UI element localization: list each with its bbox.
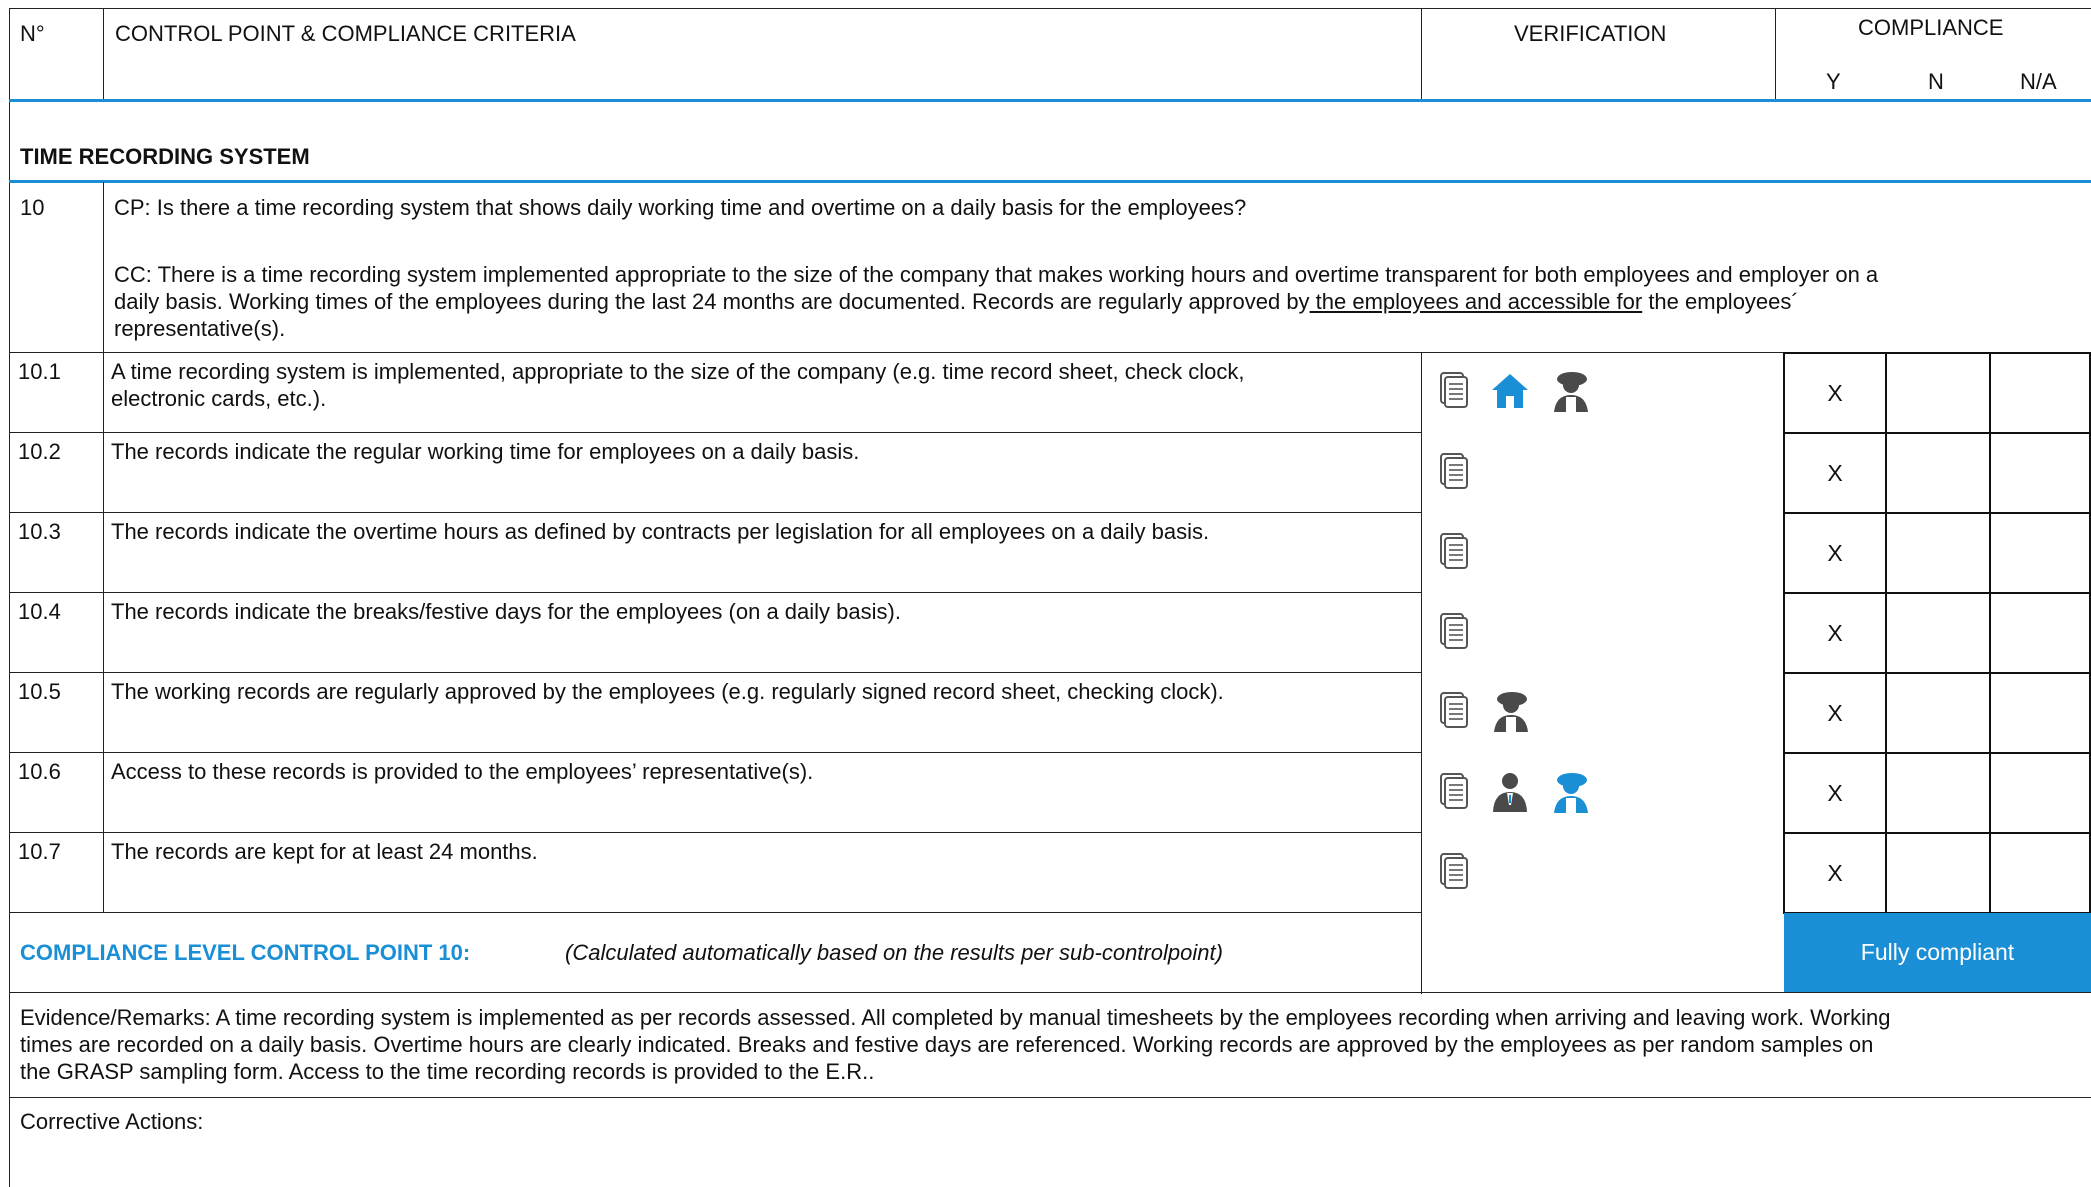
- col-divider: [1775, 8, 1776, 101]
- verification-icons: [1440, 612, 1470, 652]
- row-rule: [9, 512, 1421, 513]
- compliance-yes-cell[interactable]: X: [1783, 592, 1887, 674]
- row-rule: [9, 592, 1421, 593]
- cp-criteria-line1: CC: There is a time recording system imp…: [114, 262, 1879, 287]
- header-no-col: N: [1928, 69, 1944, 94]
- table-left-border: [9, 8, 10, 1187]
- table-top-border: [9, 8, 2091, 9]
- row-text: The working records are regularly approv…: [111, 679, 1224, 704]
- header-yes: Y: [1826, 69, 1841, 94]
- house-icon: [1490, 371, 1530, 411]
- row-text: The records indicate the regular working…: [111, 439, 860, 464]
- cp-number: 10: [20, 195, 45, 220]
- compliance-na-cell[interactable]: [1989, 432, 2091, 514]
- compliance-na-cell[interactable]: [1989, 672, 2091, 754]
- verification-icons: [1440, 852, 1470, 892]
- criteria-underlined: the employees and accessible for: [1309, 289, 1643, 314]
- compliance-na-cell[interactable]: [1989, 832, 2091, 914]
- compliance-yes-cell[interactable]: X: [1783, 832, 1887, 914]
- col-divider: [1421, 352, 1422, 994]
- manager-icon: [1490, 772, 1530, 812]
- row-number: 10.3: [18, 519, 61, 544]
- compliance-yes-cell[interactable]: X: [1783, 752, 1887, 834]
- row-number: 10.7: [18, 839, 61, 864]
- header-verification: VERIFICATION: [1514, 21, 1667, 46]
- compliance-no-cell[interactable]: [1885, 432, 1991, 514]
- compliance-na-cell[interactable]: [1989, 352, 2091, 434]
- compliance-no-cell[interactable]: [1885, 832, 1991, 914]
- row-text: Access to these records is provided to t…: [111, 759, 814, 784]
- row-rule: [9, 992, 2091, 993]
- row-number: 10.2: [18, 439, 61, 464]
- verification-icons: [1440, 690, 1532, 732]
- cp-criteria-line3: representative(s).: [114, 316, 286, 341]
- compliance-no-cell[interactable]: [1885, 352, 1991, 434]
- row-text: A time recording system is implemented, …: [111, 359, 1245, 384]
- row-rule: [9, 912, 1421, 913]
- compliance-level-label: COMPLIANCE LEVEL CONTROL POINT 10:: [20, 940, 471, 965]
- col-divider: [103, 8, 104, 101]
- evidence-line3: the GRASP sampling form. Access to the t…: [20, 1059, 875, 1084]
- row-rule: [9, 832, 1421, 833]
- corrective-actions-label: Corrective Actions:: [20, 1109, 204, 1134]
- verification-icons: [1440, 370, 1592, 412]
- compliance-yes-cell[interactable]: X: [1783, 432, 1887, 514]
- compliance-no-cell[interactable]: [1885, 752, 1991, 834]
- row-text: The records are kept for at least 24 mon…: [111, 839, 538, 864]
- cp-criteria-line2: daily basis. Working times of the employ…: [114, 289, 1799, 314]
- document-stack-icon: [1440, 371, 1470, 411]
- row-rule: [9, 352, 2091, 353]
- section-title: TIME RECORDING SYSTEM: [20, 144, 310, 169]
- row-rule: [9, 1097, 2091, 1098]
- section-rule: [9, 180, 2091, 183]
- worker-icon-blue: [1550, 771, 1592, 813]
- compliance-no-cell[interactable]: [1885, 672, 1991, 754]
- document-stack-icon: [1440, 532, 1470, 572]
- header-bottom-rule: [9, 99, 2091, 102]
- compliance-na-cell[interactable]: [1989, 592, 2091, 674]
- compliance-na-cell[interactable]: [1989, 512, 2091, 594]
- row-rule: [9, 752, 1421, 753]
- row-text: The records indicate the breaks/festive …: [111, 599, 901, 624]
- row-rule: [9, 432, 1421, 433]
- row-number: 10.5: [18, 679, 61, 704]
- document-stack-icon: [1440, 691, 1470, 731]
- compliance-yes-cell[interactable]: X: [1783, 512, 1887, 594]
- document-stack-icon: [1440, 452, 1470, 492]
- row-rule: [9, 672, 1421, 673]
- document-stack-icon: [1440, 852, 1470, 892]
- compliance-level-note: (Calculated automatically based on the r…: [565, 940, 1223, 965]
- row-text-cont: electronic cards, etc.).: [111, 386, 327, 411]
- col-divider: [103, 352, 104, 912]
- row-text: The records indicate the overtime hours …: [111, 519, 1210, 544]
- compliance-na-cell[interactable]: [1989, 752, 2091, 834]
- evidence-line2: times are recorded on a daily basis. Ove…: [20, 1032, 1874, 1057]
- header-na: N/A: [2020, 69, 2057, 94]
- worker-icon: [1490, 690, 1532, 732]
- compliance-status-badge: Fully compliant: [1784, 913, 2091, 992]
- row-number: 10.4: [18, 599, 61, 624]
- verification-icons: [1440, 532, 1470, 572]
- compliance-no-cell[interactable]: [1885, 592, 1991, 674]
- worker-icon: [1550, 370, 1592, 412]
- evidence-line1: Evidence/Remarks: A time recording syste…: [20, 1005, 1891, 1030]
- compliance-yes-cell[interactable]: X: [1783, 672, 1887, 754]
- document-stack-icon: [1440, 612, 1470, 652]
- row-number: 10.1: [18, 359, 61, 384]
- verification-icons: [1440, 452, 1470, 492]
- compliance-no-cell[interactable]: [1885, 512, 1991, 594]
- document-stack-icon: [1440, 772, 1470, 812]
- cp-question: CP: Is there a time recording system tha…: [114, 195, 1247, 220]
- col-divider: [1421, 8, 1422, 101]
- header-compliance: COMPLIANCE: [1858, 15, 2004, 40]
- row-number: 10.6: [18, 759, 61, 784]
- header-control-point: CONTROL POINT & COMPLIANCE CRITERIA: [115, 21, 576, 46]
- verification-icons: [1440, 771, 1592, 813]
- header-no: N°: [20, 21, 45, 46]
- col-divider: [103, 182, 104, 353]
- compliance-yes-cell[interactable]: X: [1783, 352, 1887, 434]
